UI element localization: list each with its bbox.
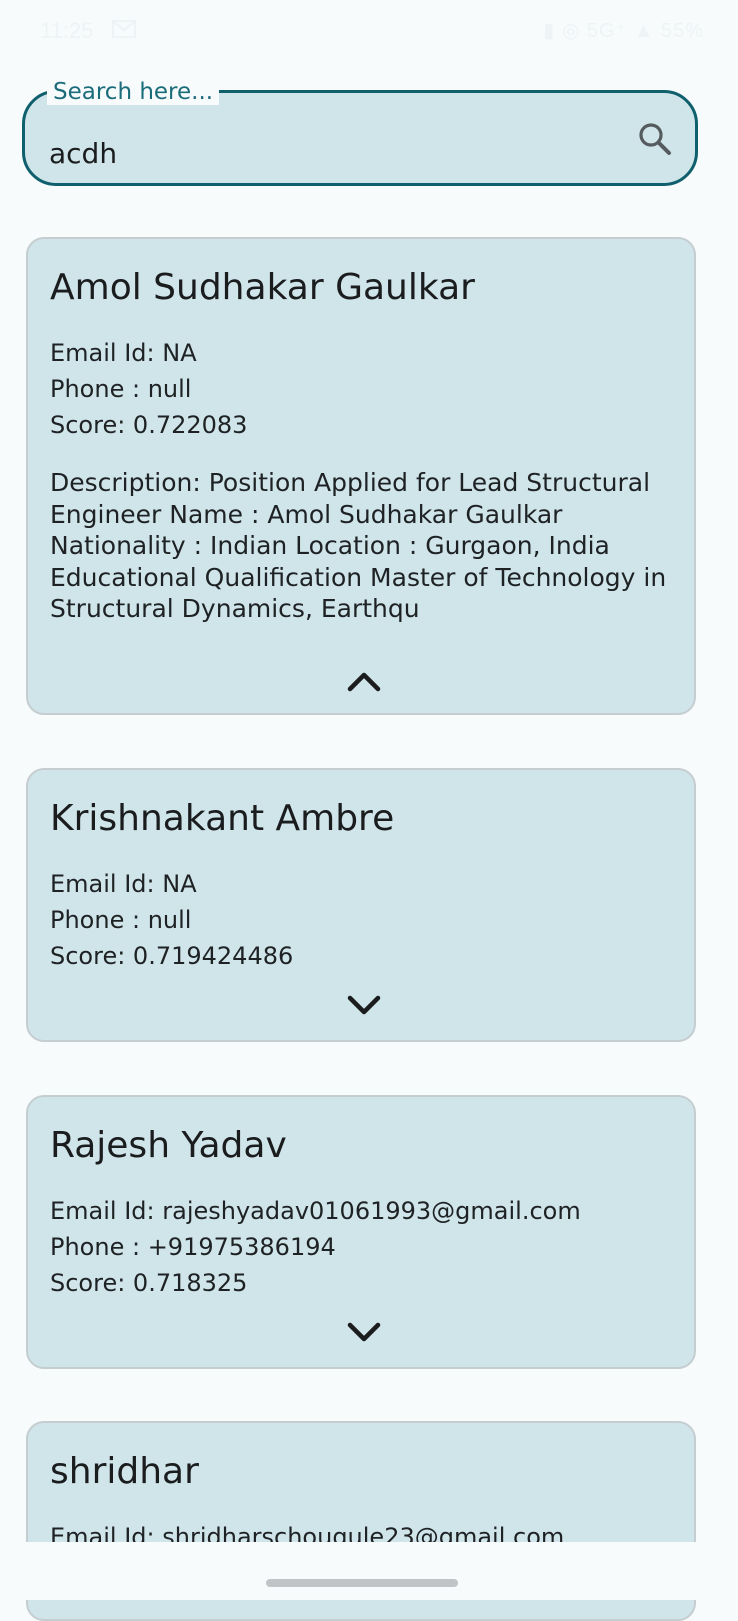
candidate-phone: Phone : null: [50, 375, 192, 403]
candidate-name: Rajesh Yadav: [50, 1125, 287, 1166]
candidate-score: Score: 0.718325: [50, 1269, 248, 1297]
candidate-email: Email Id: rajeshyadav01061993@gmail.com: [50, 1197, 581, 1225]
status-indicators: ▮ ◎ 5G⁺ ▲ 55%: [543, 20, 704, 42]
candidate-name: Amol Sudhakar Gaulkar: [50, 267, 475, 308]
status-time: 11:25: [40, 18, 94, 43]
result-card[interactable]: Rajesh Yadav Email Id: rajeshyadav010619…: [26, 1095, 696, 1369]
candidate-email: Email Id: NA: [50, 870, 197, 898]
result-card[interactable]: Amol Sudhakar Gaulkar Email Id: NA Phone…: [26, 237, 696, 715]
mail-icon: [112, 20, 136, 38]
candidate-phone: Phone : +91975386194: [50, 1233, 336, 1261]
chevron-up-icon[interactable]: [344, 667, 384, 695]
navigation-bar: [0, 1542, 738, 1600]
status-bar: 11:25 ▮ ◎ 5G⁺ ▲ 55%: [0, 0, 738, 62]
candidate-name: Krishnakant Ambre: [50, 798, 395, 839]
result-card[interactable]: Krishnakant Ambre Email Id: NA Phone : n…: [26, 768, 696, 1042]
search-icon[interactable]: [637, 121, 673, 157]
candidate-phone: Phone : null: [50, 906, 192, 934]
candidate-description: Description: Position Applied for Lead S…: [50, 468, 667, 623]
candidate-score: Score: 0.722083: [50, 411, 248, 439]
chevron-down-icon[interactable]: [344, 992, 384, 1020]
search-label: Search here...: [47, 79, 220, 105]
candidate-email: Email Id: NA: [50, 339, 197, 367]
candidate-score: Score: 0.719424486: [50, 942, 294, 970]
chevron-down-icon[interactable]: [344, 1319, 384, 1347]
search-field[interactable]: Search here...: [22, 79, 698, 186]
candidate-name: shridhar: [50, 1451, 199, 1492]
search-input[interactable]: [49, 137, 609, 170]
home-indicator[interactable]: [266, 1579, 458, 1587]
